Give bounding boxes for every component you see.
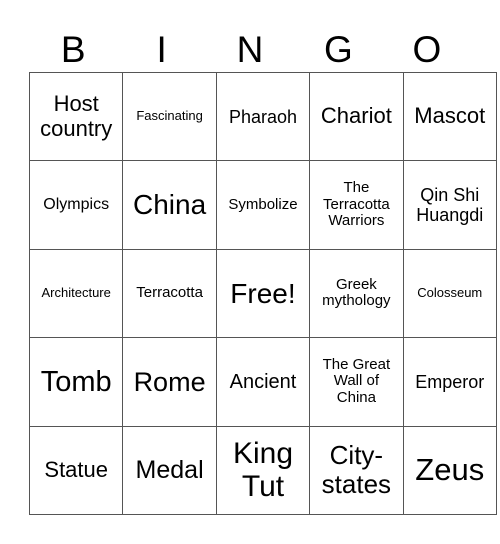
bingo-grid: Host country Fascinating Pharaoh Chariot Mas…: [28, 71, 497, 515]
bingo-row: Host country Fascinating Pharaoh Chariot Mas…: [28, 71, 497, 162]
bingo-cell[interactable]: Chariot: [309, 71, 404, 162]
bingo-cell[interactable]: Zeus: [402, 425, 497, 515]
bingo-header: B I N G O: [29, 28, 471, 72]
bingo-cell[interactable]: Architecture: [28, 248, 124, 339]
bingo-cell[interactable]: Rome: [122, 337, 217, 427]
bingo-row: Tomb Rome Ancient The Great Wall of China Em…: [28, 337, 497, 427]
bingo-cell[interactable]: Greek mythology: [309, 248, 404, 339]
bingo-cell[interactable]: The Great Wall of China: [309, 337, 404, 427]
bingo-cell[interactable]: Free!: [215, 248, 311, 339]
bingo-cell[interactable]: China: [122, 160, 217, 250]
header-letter-n: N: [236, 29, 264, 70]
header-letter-g: G: [324, 29, 353, 70]
bingo-cell[interactable]: Host country: [28, 71, 124, 162]
header-letter-o: O: [412, 29, 442, 70]
bingo-cell[interactable]: King Tut: [215, 425, 311, 515]
bingo-row: Olympics China Symbolize The Terracotta War…: [28, 160, 497, 250]
bingo-cell[interactable]: The Terracotta Warriors: [309, 160, 404, 250]
bingo-cell[interactable]: Ancient: [215, 337, 311, 427]
bingo-cell[interactable]: Symbolize: [215, 160, 311, 250]
bingo-cell[interactable]: Fascinating: [122, 71, 217, 162]
bingo-cell[interactable]: Statue: [28, 425, 124, 515]
bingo-cell[interactable]: Qin Shi Huangdi: [402, 160, 497, 250]
bingo-cell[interactable]: Terracotta: [122, 248, 217, 339]
bingo-cell[interactable]: Pharaoh: [215, 71, 311, 162]
bingo-cell[interactable]: Emperor: [402, 337, 497, 427]
bingo-cell[interactable]: City-states: [309, 425, 404, 515]
bingo-cell[interactable]: Tomb: [28, 337, 124, 427]
header-letter-i: I: [156, 29, 167, 70]
bingo-row: Architecture Terracotta Free! Greek mytholo…: [28, 248, 497, 339]
bingo-cell[interactable]: Medal: [122, 425, 217, 515]
bingo-cell[interactable]: Mascot: [402, 71, 497, 162]
header-letter-b: B: [60, 29, 86, 70]
bingo-row: Statue Medal King Tut City-states Zeus: [28, 425, 497, 515]
bingo-cell[interactable]: Colosseum: [402, 248, 497, 339]
bingo-cell[interactable]: Olympics: [28, 160, 124, 250]
